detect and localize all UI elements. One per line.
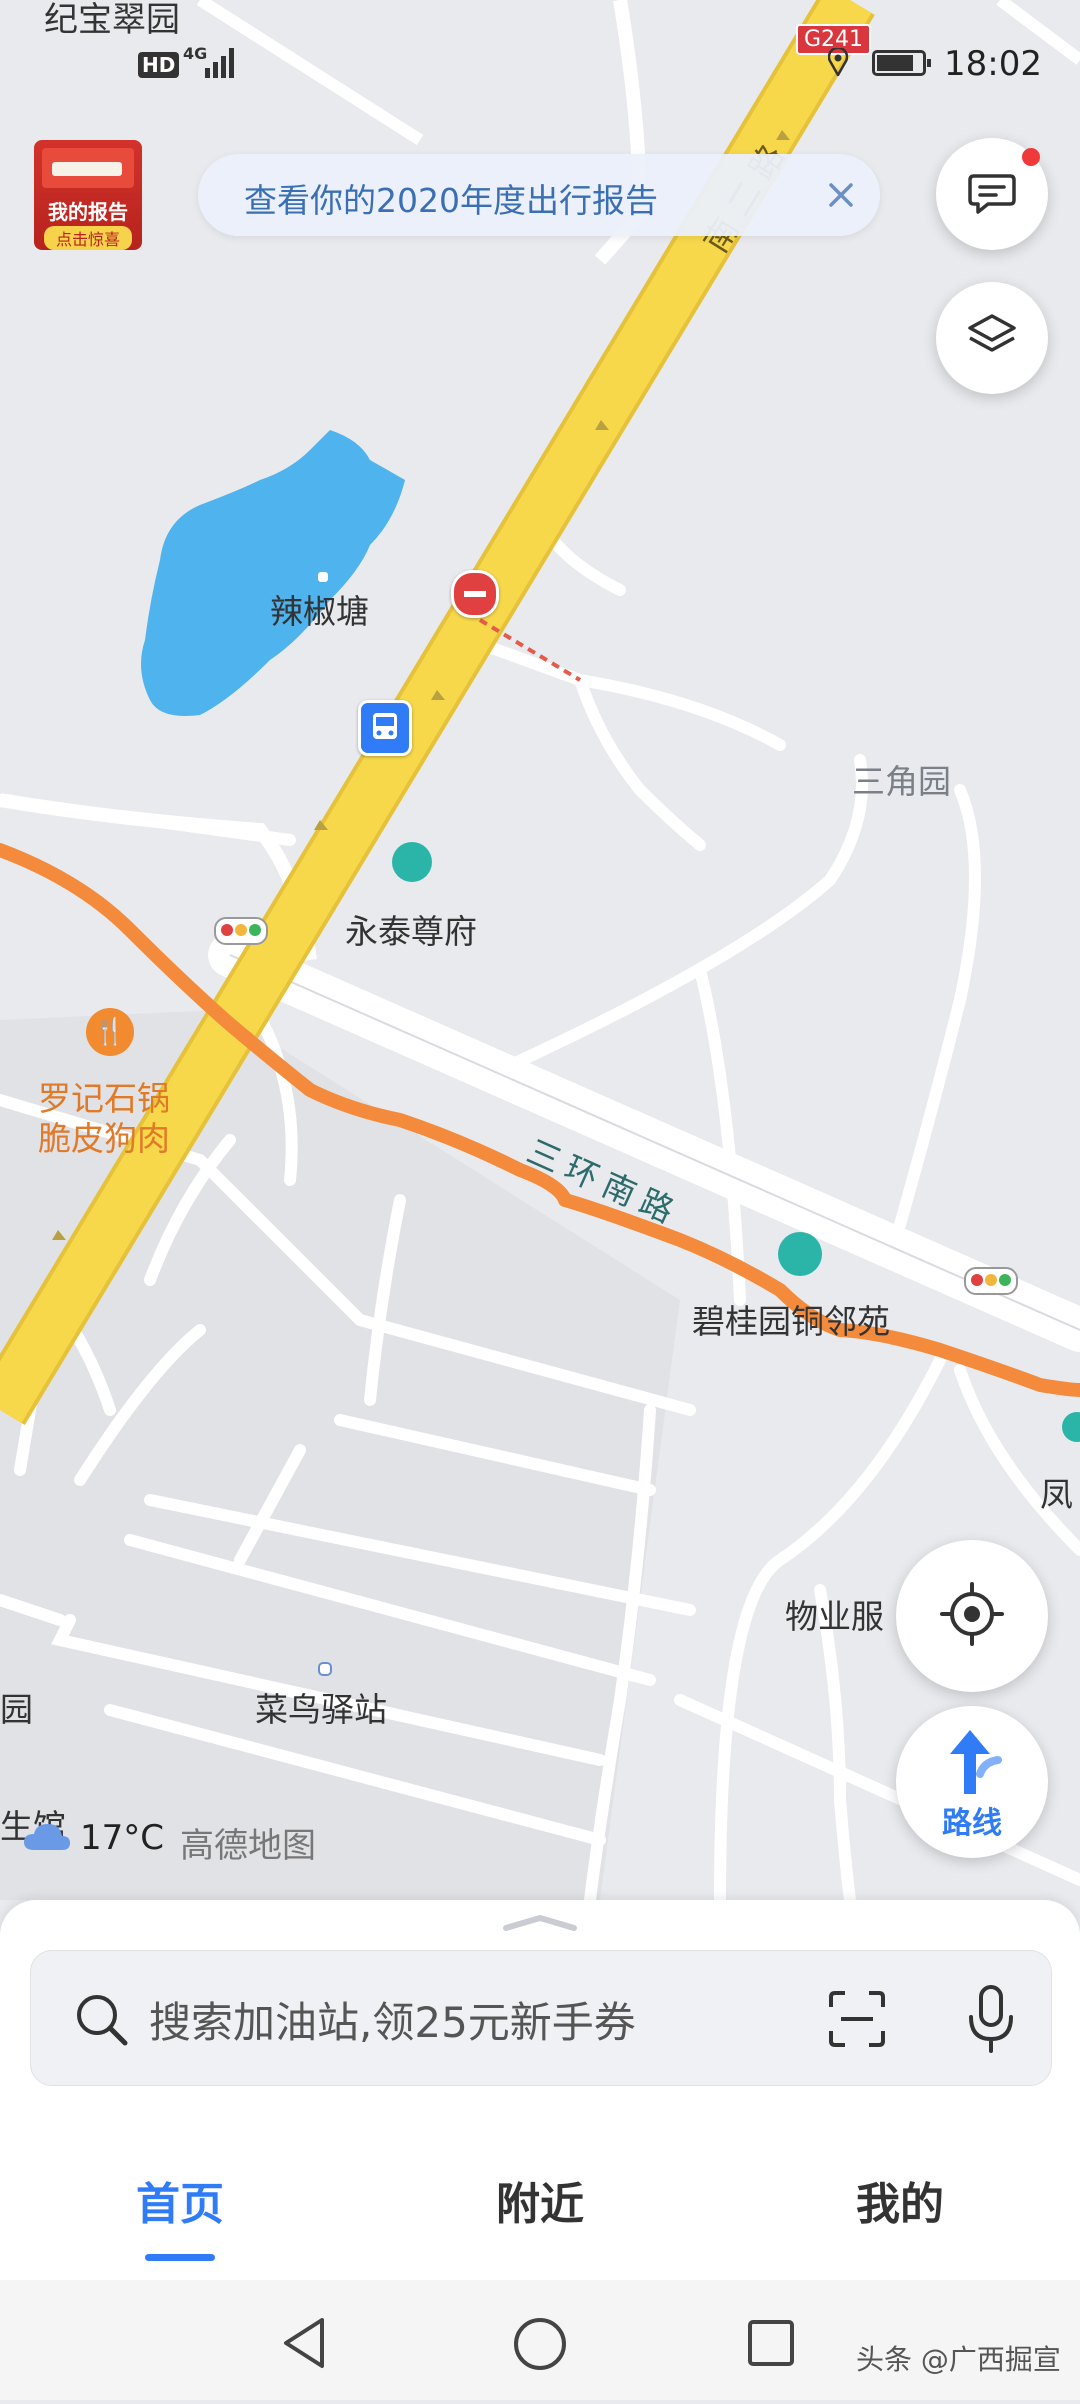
hd-badge: HD	[138, 52, 180, 78]
microphone-icon[interactable]	[961, 1983, 1021, 2055]
traffic-light-icon	[964, 1267, 1018, 1295]
bottom-tab-bar: 首页 附近 我的	[0, 2120, 1080, 2280]
location-icon	[827, 46, 849, 78]
banner-text: 查看你的2020年度出行报告	[244, 181, 658, 220]
network-type-label: 4G	[183, 44, 208, 63]
route-button-label: 路线	[942, 1806, 1002, 1841]
tab-nearby-label: 附近	[496, 2179, 584, 2230]
layers-button[interactable]	[936, 282, 1048, 394]
temperature-label: 17°C	[80, 1818, 165, 1858]
residential-poi-icon[interactable]	[778, 1232, 822, 1276]
poi-dot-icon	[318, 1662, 332, 1676]
layers-icon	[962, 306, 1022, 370]
map-label-biguiyuan[interactable]: 碧桂园铜邻苑	[692, 1295, 890, 1343]
active-tab-indicator	[145, 2254, 215, 2261]
report-badge-subtitle: 点击惊喜	[44, 226, 132, 250]
map-label-wuye[interactable]: 物业服	[785, 1590, 884, 1638]
route-arrow-icon	[940, 1726, 1004, 1800]
scan-icon[interactable]	[825, 1987, 889, 2051]
map-brand-label: 高德地图	[180, 1826, 316, 1866]
search-bar[interactable]: 搜索加油站,领25元新手券	[30, 1950, 1052, 2086]
home-icon[interactable]	[512, 2316, 568, 2372]
residential-poi-icon[interactable]	[392, 842, 432, 882]
sheet-handle-icon[interactable]	[500, 1912, 580, 1932]
watermark-label: 头条 @广西掘宣	[856, 2343, 1061, 2376]
map-label-lake[interactable]: 辣椒塘	[270, 585, 369, 633]
battery-icon	[872, 50, 931, 76]
locate-button[interactable]	[896, 1540, 1048, 1692]
annual-report-banner[interactable]: 查看你的2020年度出行报告	[198, 154, 880, 236]
search-input[interactable]: 搜索加油站,领25元新手券	[149, 1989, 636, 2050]
search-icon	[71, 1989, 131, 2049]
annual-report-badge[interactable]: 我的报告 点击惊喜	[34, 140, 142, 250]
messages-button[interactable]	[936, 138, 1048, 250]
traffic-light-icon	[214, 917, 268, 945]
map-label-restaurant-line2[interactable]: 脆皮狗肉	[38, 1112, 170, 1160]
cloud-icon	[22, 1820, 72, 1854]
no-entry-icon[interactable]	[451, 570, 499, 618]
tab-home-label: 首页	[136, 2179, 224, 2230]
map-label-yongtai[interactable]: 永泰尊府	[345, 905, 477, 953]
report-badge-title: 我的报告	[48, 200, 128, 224]
route-button[interactable]: 路线	[896, 1706, 1048, 1858]
status-place-label: 纪宝翠园	[44, 0, 180, 40]
map-label-cainiao[interactable]: 菜鸟驿站	[255, 1683, 387, 1731]
tab-mine-label: 我的	[856, 2179, 944, 2230]
tab-nearby[interactable]: 附近	[420, 2168, 660, 2232]
message-icon	[964, 164, 1020, 224]
tab-home[interactable]: 首页	[60, 2168, 300, 2261]
back-icon[interactable]	[280, 2316, 330, 2370]
restaurant-poi-icon[interactable]: 🍴	[86, 1008, 134, 1056]
poi-dot-icon	[316, 570, 330, 584]
notification-dot-icon	[1022, 148, 1040, 166]
status-bar: 纪宝翠园 HD 4G G241 18:02	[0, 0, 1080, 110]
system-nav-bar: 头条 @广西掘宣	[0, 2280, 1080, 2400]
recents-icon[interactable]	[746, 2318, 796, 2368]
tab-mine[interactable]: 我的	[780, 2168, 1020, 2232]
crosshair-icon	[936, 1578, 1008, 1654]
map-label-feng[interactable]: 凤	[1040, 1468, 1073, 1516]
close-icon[interactable]	[818, 172, 864, 218]
bus-stop-icon[interactable]	[358, 700, 412, 756]
bottom-sheet[interactable]: 搜索加油站,领25元新手券	[0, 1900, 1080, 2120]
status-time: 18:02	[944, 44, 1042, 84]
map-label-sanjiaoyuan[interactable]: 三角园	[852, 755, 951, 803]
map-label-left-edge: 园	[0, 1690, 33, 1729]
signal-icon	[205, 46, 239, 78]
